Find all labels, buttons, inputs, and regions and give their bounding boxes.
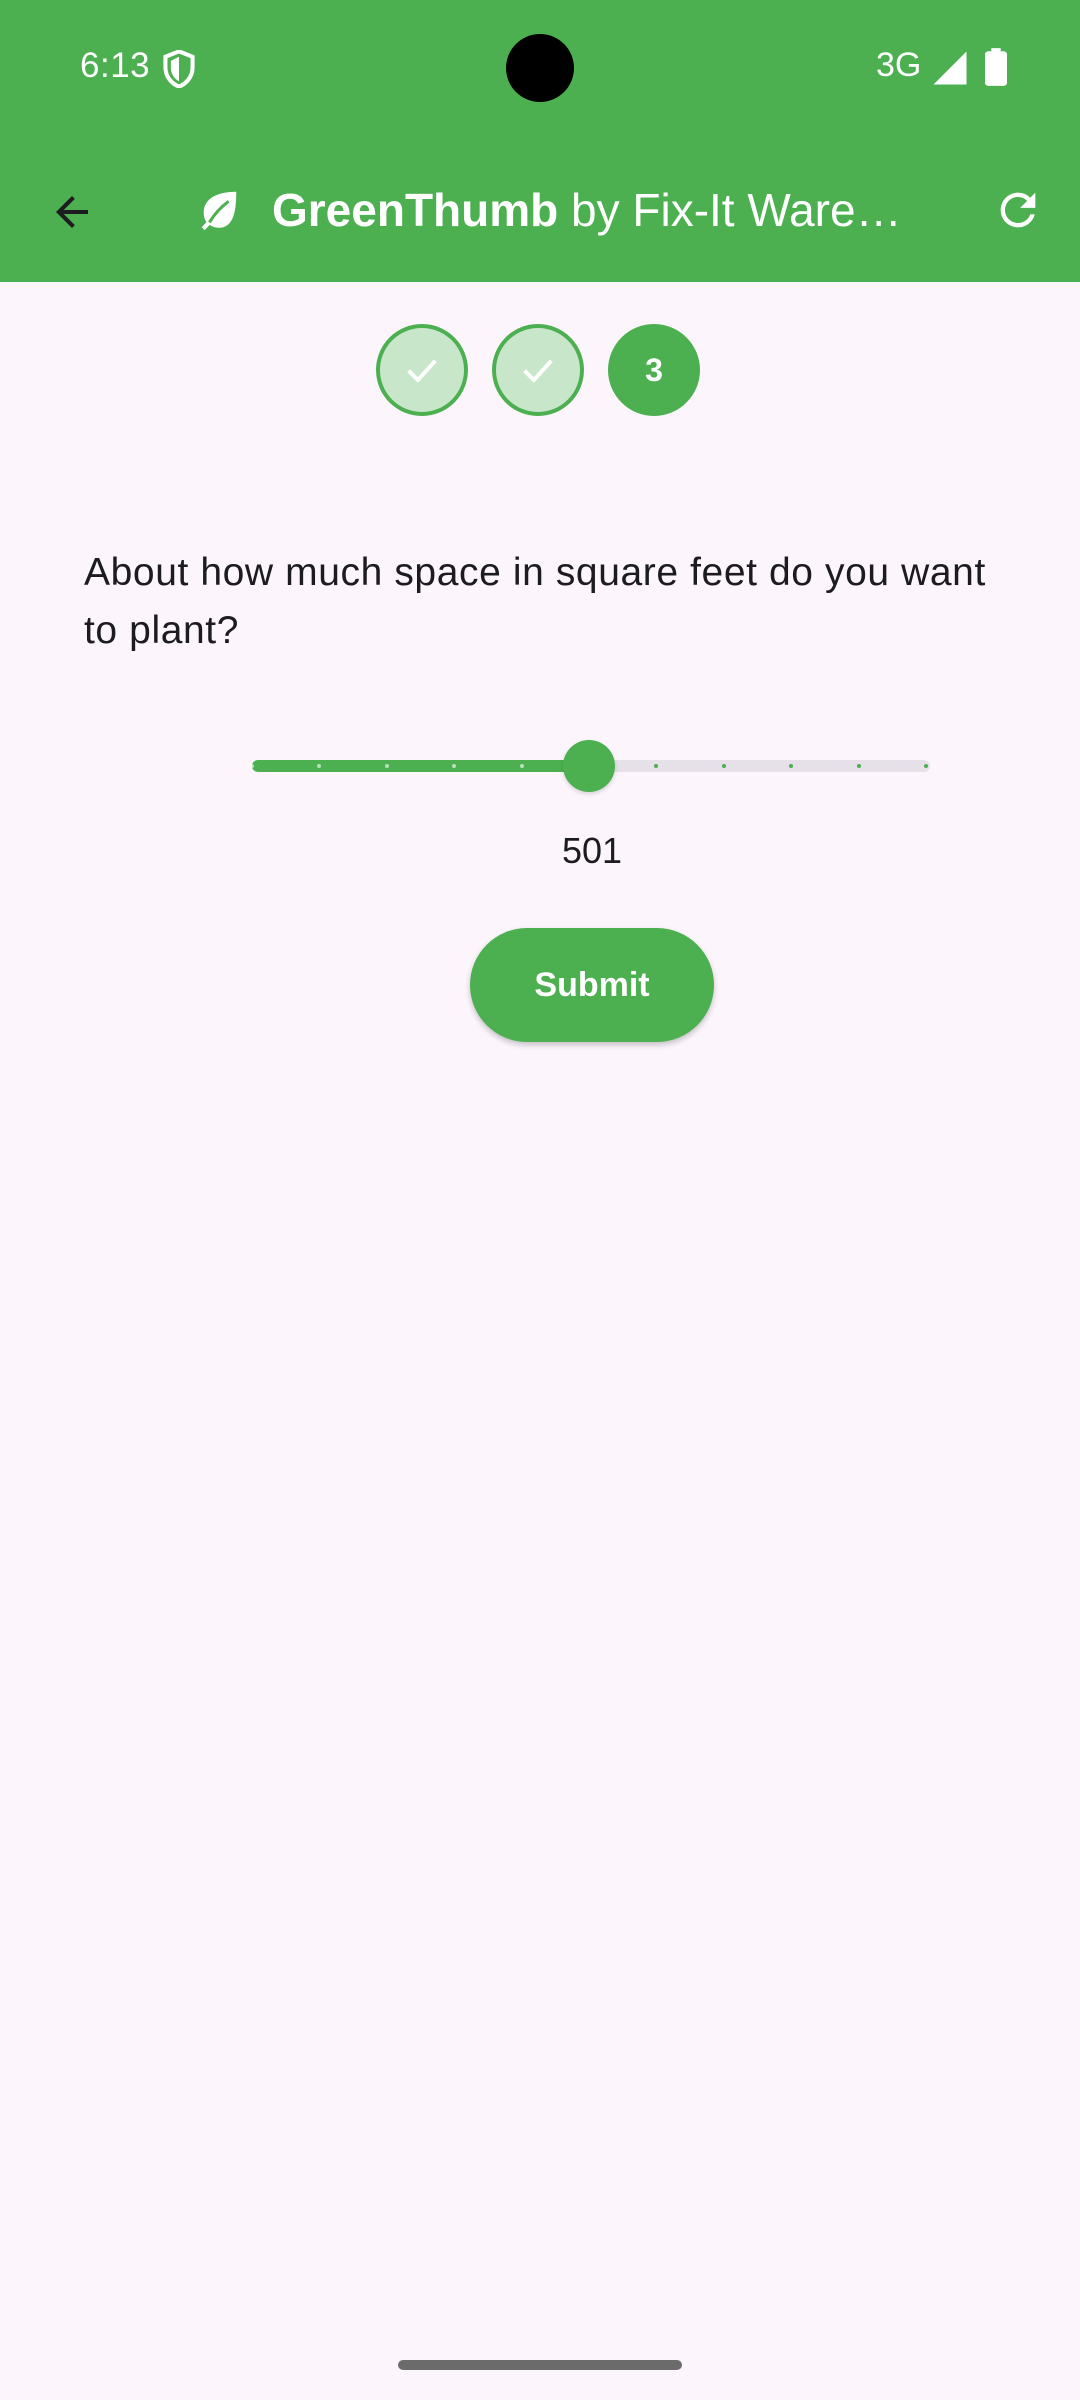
- slider-thumb[interactable]: [563, 740, 615, 792]
- slider-tick: [924, 764, 928, 768]
- refresh-button[interactable]: [982, 174, 1054, 246]
- slider-tick: [721, 764, 726, 768]
- slider-tick: [519, 764, 524, 768]
- battery-icon: [985, 48, 1007, 86]
- back-button[interactable]: [36, 176, 108, 248]
- status-bar: 6:13 3G: [0, 0, 1080, 136]
- network-type: 3G: [876, 46, 922, 84]
- home-indicator[interactable]: [398, 2360, 682, 2370]
- camera-cutout: [506, 34, 574, 102]
- step-1-completed[interactable]: [376, 324, 468, 416]
- slider-active-track: [252, 760, 589, 772]
- app-title-brand: GreenThumb: [272, 184, 559, 236]
- app-bar: GreenThumb by Fix-It Wareh…: [0, 136, 1080, 282]
- step-3-label: 3: [645, 351, 663, 388]
- shield-icon: [163, 50, 195, 88]
- top-bar: 6:13 3G GreenThumb by Fix-It Wareh…: [0, 0, 1080, 282]
- refresh-icon: [1000, 192, 1036, 228]
- app-title-rest: by Fix-It Wareh…: [558, 184, 912, 236]
- app-title: GreenThumb by Fix-It Wareh…: [272, 182, 912, 238]
- stepper: 3: [376, 324, 706, 420]
- submit-button[interactable]: Submit: [470, 928, 714, 1042]
- slider-tick: [250, 764, 254, 768]
- area-slider[interactable]: [250, 736, 932, 796]
- screen: 6:13 3G GreenThumb by Fix-It Wareh… 3 Ab…: [0, 0, 1080, 2400]
- slider-tick: [856, 764, 861, 768]
- question-text: About how much space in square feet do y…: [84, 551, 986, 652]
- check-icon: [407, 359, 437, 383]
- check-icon: [523, 359, 553, 383]
- signal-icon: [933, 51, 967, 85]
- slider-tick: [384, 764, 389, 768]
- step-2-completed[interactable]: [492, 324, 584, 416]
- slider-value: 501: [561, 830, 623, 871]
- back-arrow-icon: [56, 196, 88, 228]
- status-time: 6:13: [80, 46, 151, 85]
- leaf-icon: [201, 191, 237, 231]
- step-3-active[interactable]: 3: [608, 324, 700, 416]
